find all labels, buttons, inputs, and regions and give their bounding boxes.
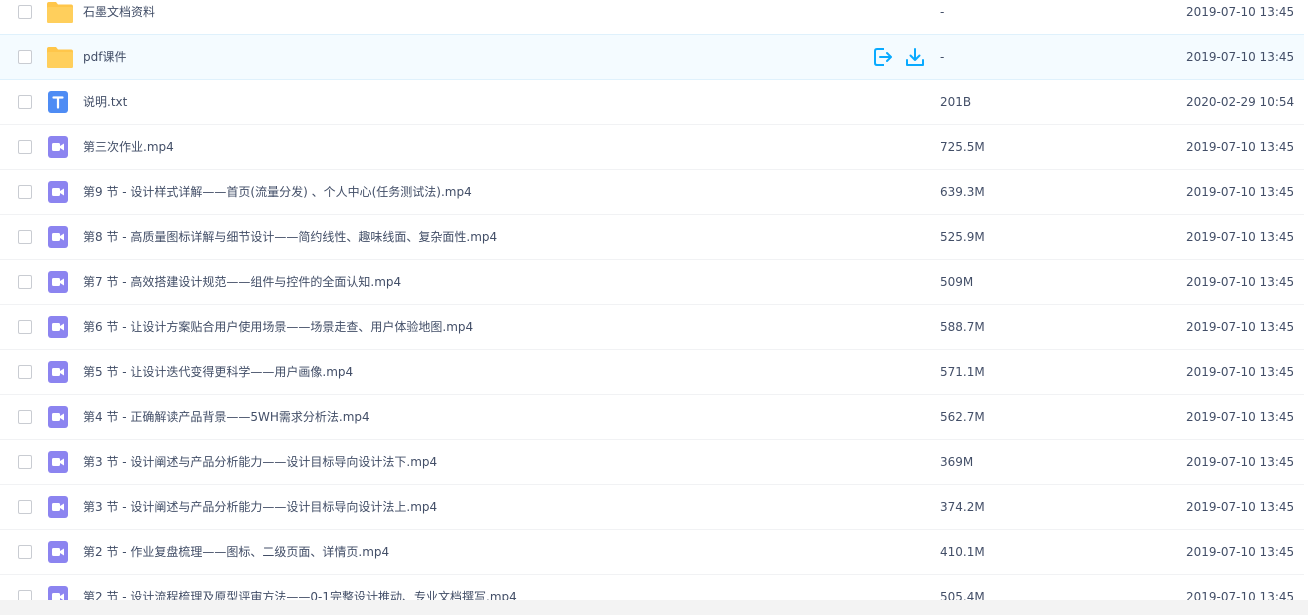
file-date: 2019-07-10 13:45 [1186, 500, 1295, 514]
row-checkbox[interactable] [18, 50, 32, 64]
video-file-icon [46, 135, 70, 159]
file-row[interactable]: 第三次作业.mp4 725.5M 2019-07-10 13:45 [0, 125, 1304, 170]
file-name[interactable]: 石墨文档资料 [83, 0, 155, 34]
file-date: 2019-07-10 13:45 [1186, 5, 1295, 19]
video-file-icon [46, 315, 70, 339]
file-size: 410.1M [940, 545, 985, 559]
file-row[interactable]: 第3 节 - 设计阐述与产品分析能力——设计目标导向设计法下.mp4 369M … [0, 440, 1304, 485]
row-checkbox[interactable] [18, 410, 32, 424]
file-date: 2019-07-10 13:45 [1186, 140, 1295, 154]
file-row[interactable]: 第3 节 - 设计阐述与产品分析能力——设计目标导向设计法上.mp4 374.2… [0, 485, 1304, 530]
folder-icon [46, 0, 73, 24]
video-file-icon [46, 450, 70, 474]
row-checkbox[interactable] [18, 185, 32, 199]
file-date: 2019-07-10 13:45 [1186, 275, 1295, 289]
file-size: - [940, 5, 945, 19]
file-size: 374.2M [940, 500, 985, 514]
file-size: 562.7M [940, 410, 985, 424]
video-file-icon [46, 585, 70, 600]
file-date: 2019-07-10 13:45 [1186, 320, 1295, 334]
file-size: 509M [940, 275, 974, 289]
file-size: 588.7M [940, 320, 985, 334]
video-file-icon [46, 180, 70, 204]
row-checkbox[interactable] [18, 320, 32, 334]
file-size: 639.3M [940, 185, 985, 199]
file-date: 2019-07-10 13:45 [1186, 410, 1295, 424]
video-file-icon [46, 540, 70, 564]
file-size: 505.4M [940, 590, 985, 600]
video-file-icon [46, 495, 70, 519]
file-size: 571.1M [940, 365, 985, 379]
file-size: 525.9M [940, 230, 985, 244]
file-size: 369M [940, 455, 974, 469]
file-row[interactable]: 第8 节 - 高质量图标详解与细节设计——简约线性、趣味线面、复杂面性.mp4 … [0, 215, 1304, 260]
file-name[interactable]: 第8 节 - 高质量图标详解与细节设计——简约线性、趣味线面、复杂面性.mp4 [83, 215, 497, 259]
row-checkbox[interactable] [18, 230, 32, 244]
file-name[interactable]: 第2 节 - 作业复盘梳理——图标、二级页面、详情页.mp4 [83, 530, 389, 574]
file-name[interactable]: 第3 节 - 设计阐述与产品分析能力——设计目标导向设计法下.mp4 [83, 440, 437, 484]
file-date: 2019-07-10 13:45 [1186, 230, 1295, 244]
video-file-icon [46, 270, 70, 294]
share-icon[interactable] [872, 46, 894, 68]
file-row[interactable]: 第2 节 - 设计流程梳理及原型评审方法——0-1完整设计推动、专业文档撰写.m… [0, 575, 1304, 600]
row-checkbox[interactable] [18, 5, 32, 19]
row-checkbox[interactable] [18, 455, 32, 469]
file-name[interactable]: 第三次作业.mp4 [83, 125, 174, 169]
folder-icon [46, 45, 73, 69]
file-name[interactable]: 第6 节 - 让设计方案贴合用户使用场景——场景走查、用户体验地图.mp4 [83, 305, 473, 349]
file-name[interactable]: 第4 节 - 正确解读产品背景——5WH需求分析法.mp4 [83, 395, 370, 439]
file-name[interactable]: 第9 节 - 设计样式详解——首页(流量分发) 、个人中心(任务测试法).mp4 [83, 170, 472, 214]
file-row[interactable]: 说明.txt 201B 2020-02-29 10:54 [0, 80, 1304, 125]
file-date: 2019-07-10 13:45 [1186, 455, 1295, 469]
file-name[interactable]: 第3 节 - 设计阐述与产品分析能力——设计目标导向设计法上.mp4 [83, 485, 437, 529]
file-date: 2019-07-10 13:45 [1186, 365, 1295, 379]
file-name[interactable]: 第5 节 - 让设计迭代变得更科学——用户画像.mp4 [83, 350, 353, 394]
file-row[interactable]: 第7 节 - 高效搭建设计规范——组件与控件的全面认知.mp4 509M 201… [0, 260, 1304, 305]
file-name[interactable]: 说明.txt [83, 80, 127, 124]
download-icon[interactable] [904, 46, 926, 68]
file-name[interactable]: 第7 节 - 高效搭建设计规范——组件与控件的全面认知.mp4 [83, 260, 401, 304]
file-date: 2019-07-10 13:45 [1186, 185, 1295, 199]
file-date: 2020-02-29 10:54 [1186, 95, 1295, 109]
row-checkbox[interactable] [18, 95, 32, 109]
file-row[interactable]: 第9 节 - 设计样式详解——首页(流量分发) 、个人中心(任务测试法).mp4… [0, 170, 1304, 215]
video-file-icon [46, 405, 70, 429]
row-checkbox[interactable] [18, 365, 32, 379]
row-checkbox[interactable] [18, 500, 32, 514]
file-row[interactable]: 石墨文档资料 - 2019-07-10 13:45 [0, 0, 1304, 35]
row-checkbox[interactable] [18, 590, 32, 600]
video-file-icon [46, 360, 70, 384]
file-row[interactable]: 第4 节 - 正确解读产品背景——5WH需求分析法.mp4 562.7M 201… [0, 395, 1304, 440]
file-row[interactable]: 第5 节 - 让设计迭代变得更科学——用户画像.mp4 571.1M 2019-… [0, 350, 1304, 395]
file-name[interactable]: pdf课件 [83, 35, 126, 79]
video-file-icon [46, 225, 70, 249]
row-checkbox[interactable] [18, 545, 32, 559]
file-date: 2019-07-10 13:45 [1186, 590, 1295, 600]
file-size: 201B [940, 95, 972, 109]
file-size: 725.5M [940, 140, 985, 154]
file-row[interactable]: 第2 节 - 作业复盘梳理——图标、二级页面、详情页.mp4 410.1M 20… [0, 530, 1304, 575]
file-date: 2019-07-10 13:45 [1186, 50, 1295, 64]
horizontal-scrollbar[interactable] [0, 600, 1308, 615]
row-checkbox[interactable] [18, 275, 32, 289]
file-size: - [940, 50, 945, 64]
row-checkbox[interactable] [18, 140, 32, 154]
text-file-icon [46, 90, 70, 114]
file-date: 2019-07-10 13:45 [1186, 545, 1295, 559]
file-row[interactable]: pdf课件 - 2019-07-10 13:45 [0, 34, 1304, 80]
file-list: 石墨文档资料 - 2019-07-10 13:45 pdf课件 - 2019-0… [0, 0, 1308, 600]
file-name[interactable]: 第2 节 - 设计流程梳理及原型评审方法——0-1完整设计推动、专业文档撰写.m… [83, 575, 517, 600]
file-row[interactable]: 第6 节 - 让设计方案贴合用户使用场景——场景走查、用户体验地图.mp4 58… [0, 305, 1304, 350]
